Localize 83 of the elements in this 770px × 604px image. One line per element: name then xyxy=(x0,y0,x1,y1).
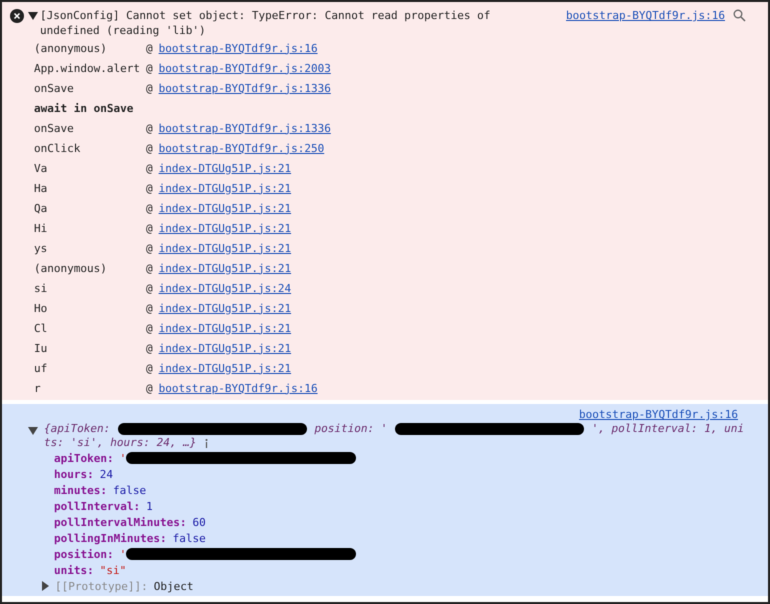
source-link[interactable]: bootstrap-BYQTdf9r.js:1336 xyxy=(158,122,331,134)
function-name: si xyxy=(34,282,48,294)
source-link[interactable]: bootstrap-BYQTdf9r.js:2003 xyxy=(158,62,331,74)
property-key: pollInterval: xyxy=(54,500,140,512)
function-name: uf xyxy=(34,362,48,374)
source-link[interactable]: bootstrap-BYQTdf9r.js:16 xyxy=(566,8,725,23)
function-name: Ha xyxy=(34,182,48,194)
function-name: (anonymous) xyxy=(34,42,108,54)
at-sign: @ xyxy=(146,342,153,354)
caret-icon[interactable] xyxy=(28,12,38,20)
source-link[interactable]: bootstrap-BYQTdf9r.js:16 xyxy=(158,382,318,394)
source-link[interactable]: index-DTGUg51P.js:21 xyxy=(158,162,292,174)
at-sign: @ xyxy=(146,282,153,294)
at-sign: @ xyxy=(146,182,153,194)
error-icon xyxy=(10,9,24,23)
at-sign: @ xyxy=(146,302,153,314)
source-link[interactable]: index-DTGUg51P.js:21 xyxy=(158,262,292,274)
property-value: ' xyxy=(120,452,126,464)
at-sign: @ xyxy=(146,222,153,234)
function-name: onSave xyxy=(34,122,75,134)
source-link[interactable]: index-DTGUg51P.js:21 xyxy=(158,362,292,374)
function-name: Cl xyxy=(34,322,48,334)
caret-icon[interactable] xyxy=(28,427,38,435)
property-value: 24 xyxy=(100,468,113,480)
property-value: Object xyxy=(154,580,194,592)
at-sign: @ xyxy=(146,382,153,394)
function-name: (anonymous) xyxy=(34,262,108,274)
property-value: 1 xyxy=(146,500,153,512)
caret-icon[interactable] xyxy=(42,581,49,591)
property-key: pollingInMinutes: xyxy=(54,532,167,544)
at-sign: @ xyxy=(146,122,153,134)
object-preview: ts: 'si', hours: 24, …} xyxy=(44,436,196,450)
property-value: "si" xyxy=(100,564,126,576)
property-key: pollIntervalMinutes: xyxy=(54,516,186,528)
search-icon[interactable] xyxy=(733,9,746,22)
at-sign: @ xyxy=(146,42,153,54)
function-name: Hi xyxy=(34,222,48,234)
object-preview: position: ' xyxy=(314,422,388,436)
source-link[interactable]: bootstrap-BYQTdf9r.js:250 xyxy=(158,142,324,154)
property-key: position: xyxy=(54,548,114,560)
source-link[interactable]: index-DTGUg51P.js:21 xyxy=(158,242,292,254)
source-link[interactable]: index-DTGUg51P.js:21 xyxy=(158,182,292,194)
function-name: r xyxy=(34,382,42,394)
error-message: [JsonConfig] Cannot set object: TypeError: Cannot read properties of undefined (reading 'lib') xyxy=(40,8,492,38)
source-link[interactable]: index-DTGUg51P.js:21 xyxy=(158,222,292,234)
source-link[interactable]: index-DTGUg51P.js:24 xyxy=(158,282,292,294)
function-name: ys xyxy=(34,242,48,254)
function-name: Iu xyxy=(34,342,48,354)
at-sign: @ xyxy=(146,262,153,274)
property-key: [[Prototype]]: xyxy=(55,580,148,592)
at-sign: @ xyxy=(146,142,153,154)
function-name: onClick xyxy=(34,142,82,154)
source-link[interactable]: bootstrap-BYQTdf9r.js:16 xyxy=(579,407,738,422)
at-sign: @ xyxy=(146,322,153,334)
source-link[interactable]: index-DTGUg51P.js:21 xyxy=(158,342,292,354)
object-preview: {apiToken: xyxy=(44,422,110,436)
property-key: apiToken: xyxy=(54,452,114,464)
property-value: ' xyxy=(120,548,126,560)
source-link[interactable]: bootstrap-BYQTdf9r.js:1336 xyxy=(158,82,331,94)
property-value: false xyxy=(172,532,206,544)
source-link[interactable]: index-DTGUg51P.js:21 xyxy=(158,202,292,214)
at-sign: @ xyxy=(146,82,153,94)
function-name: Ho xyxy=(34,302,48,314)
object-preview: ', pollInterval: 1, uni xyxy=(592,422,744,436)
property-value: 60 xyxy=(192,516,206,528)
property-key: minutes: xyxy=(54,484,107,496)
at-sign: @ xyxy=(146,62,153,74)
at-sign: @ xyxy=(146,362,153,374)
source-link[interactable]: bootstrap-BYQTdf9r.js:16 xyxy=(158,42,318,54)
function-name: App.window.alert xyxy=(34,62,141,74)
source-link[interactable]: index-DTGUg51P.js:21 xyxy=(158,302,292,314)
function-name: Qa xyxy=(34,202,48,214)
function-name: onSave xyxy=(34,82,75,94)
at-sign: @ xyxy=(146,162,153,174)
async-label: await in onSave xyxy=(34,102,134,114)
property-key: hours: xyxy=(54,468,94,480)
property-value: false xyxy=(112,484,146,496)
function-name: Va xyxy=(34,162,48,174)
at-sign: @ xyxy=(146,242,153,254)
at-sign: @ xyxy=(146,202,153,214)
source-link[interactable]: index-DTGUg51P.js:21 xyxy=(158,322,292,334)
info-icon xyxy=(204,438,210,448)
property-key: units: xyxy=(54,564,94,576)
